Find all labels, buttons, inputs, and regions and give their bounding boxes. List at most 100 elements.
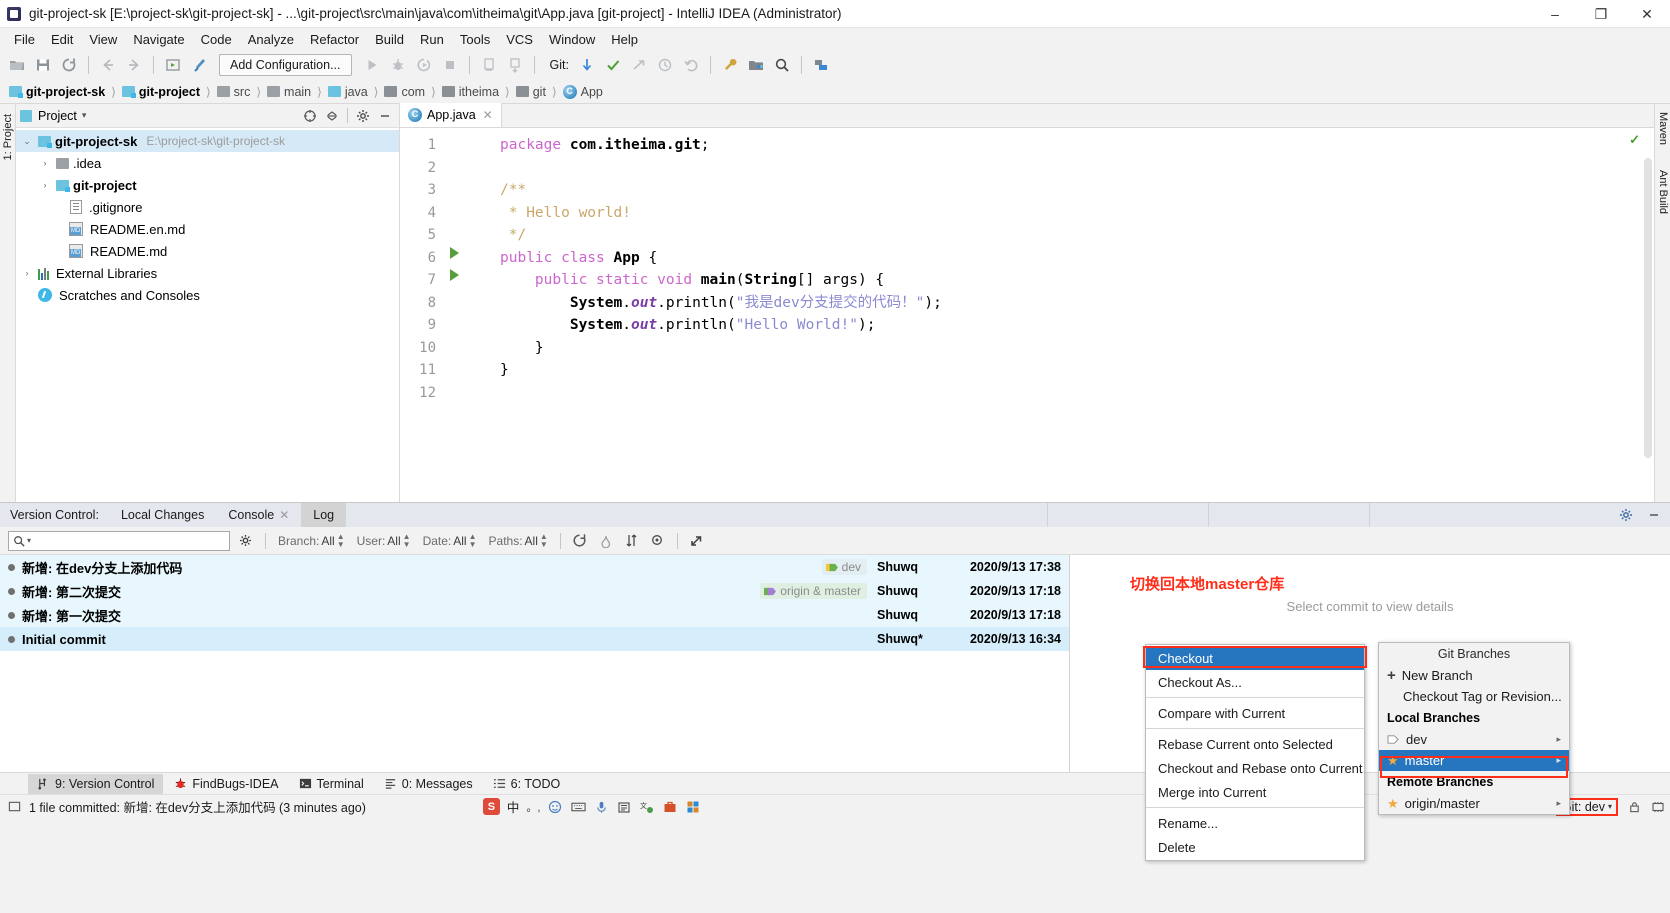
table-row[interactable]: 新增: 第一次提交 Shuwq 2020/9/13 17:18 bbox=[0, 603, 1069, 627]
context-menu-item-compare-with-current[interactable]: Compare with Current bbox=[1146, 701, 1364, 725]
table-row[interactable]: 新增: 在dev分支上添加代码 dev Shuwq 2020/9/13 17:3… bbox=[0, 555, 1069, 579]
settings-wrench-icon[interactable] bbox=[718, 53, 742, 77]
show-details-icon[interactable] bbox=[648, 531, 668, 551]
add-configuration-button[interactable]: Add Configuration... bbox=[219, 54, 352, 76]
tool-window-findbugs[interactable]: FindBugs-IDEA bbox=[165, 774, 287, 794]
branch-item-origin-master[interactable]: ★ origin/master ▸ bbox=[1379, 793, 1569, 814]
commit-tag-origin-master[interactable]: origin & master bbox=[760, 583, 867, 599]
open-folder-icon[interactable] bbox=[5, 53, 29, 77]
inspection-ok-icon[interactable]: ✓ bbox=[1629, 132, 1640, 148]
chevron-right-icon[interactable]: ▸ bbox=[1556, 798, 1561, 809]
run-method-icon[interactable] bbox=[450, 269, 459, 281]
tree-item-git-project-sk[interactable]: ⌄ git-project-sk E:\project-sk\git-proje… bbox=[16, 130, 399, 152]
commit-log-list[interactable]: 新增: 在dev分支上添加代码 dev Shuwq 2020/9/13 17:3… bbox=[0, 555, 1070, 772]
sync-icon[interactable] bbox=[57, 53, 81, 77]
rail-tab-project[interactable]: 1: Project bbox=[0, 110, 16, 164]
refresh-icon[interactable] bbox=[570, 531, 590, 551]
commit-tag-dev[interactable]: dev bbox=[822, 559, 867, 575]
close-icon[interactable]: ✕ bbox=[279, 508, 289, 522]
filter-branch[interactable]: Branch:All▲▼ bbox=[275, 533, 348, 549]
run-config-icon[interactable] bbox=[161, 53, 185, 77]
context-menu-item-checkout-as[interactable]: Checkout As... bbox=[1146, 670, 1364, 694]
close-button[interactable]: ✕ bbox=[1624, 0, 1670, 28]
tool-window-todo[interactable]: 6: TODO bbox=[484, 774, 570, 794]
context-menu-item-rebase-current-onto-selected[interactable]: Rebase Current onto Selected bbox=[1146, 732, 1364, 756]
search-text-field[interactable] bbox=[33, 533, 229, 549]
breadcrumb-item-main[interactable]: main bbox=[264, 85, 314, 99]
clipboard-icon[interactable] bbox=[616, 799, 632, 815]
open-in-new-window-icon[interactable] bbox=[687, 531, 707, 551]
stop-icon[interactable] bbox=[438, 53, 462, 77]
build-hammer-icon[interactable] bbox=[187, 53, 211, 77]
breadcrumb-item-itheima[interactable]: itheima bbox=[439, 85, 502, 99]
menu-view[interactable]: View bbox=[81, 30, 125, 49]
tab-local-changes[interactable]: Local Changes bbox=[109, 503, 216, 527]
back-arrow-icon[interactable] bbox=[96, 53, 120, 77]
event-log-icon[interactable] bbox=[6, 799, 22, 815]
chevron-right-icon[interactable]: ▸ bbox=[1556, 755, 1561, 766]
project-structure-icon[interactable] bbox=[744, 53, 768, 77]
filter-paths[interactable]: Paths:All▲▼ bbox=[486, 533, 551, 549]
menu-edit[interactable]: Edit bbox=[43, 30, 81, 49]
tree-item-git-project[interactable]: › git-project bbox=[16, 174, 399, 196]
rollback-icon[interactable] bbox=[679, 53, 703, 77]
editor-tab-app-java[interactable]: App.java ✕ bbox=[400, 103, 502, 127]
search-input[interactable]: ▾ bbox=[8, 531, 230, 551]
context-menu-item-delete[interactable]: Delete bbox=[1146, 835, 1364, 859]
sogou-ime-icon[interactable]: S bbox=[483, 798, 500, 815]
breadcrumb-item-git-project[interactable]: git-project bbox=[119, 85, 203, 99]
menu-build[interactable]: Build bbox=[367, 30, 412, 49]
chevron-right-icon[interactable]: › bbox=[20, 268, 34, 278]
breadcrumb-item-src[interactable]: src bbox=[214, 85, 254, 99]
ime-punctuation-indicator[interactable]: 。, bbox=[526, 799, 540, 815]
branch-item-master[interactable]: ★ master ▸ bbox=[1379, 750, 1569, 771]
menu-window[interactable]: Window bbox=[541, 30, 603, 49]
highlight-icon[interactable] bbox=[596, 531, 616, 551]
tool-window-messages[interactable]: 0: Messages bbox=[375, 774, 482, 794]
code-content[interactable]: package com.itheima.git; /** * Hello wor… bbox=[494, 128, 1654, 502]
breadcrumb-item-java[interactable]: java bbox=[325, 85, 371, 99]
breadcrumb-item-app[interactable]: App bbox=[560, 85, 606, 99]
menu-refactor[interactable]: Refactor bbox=[302, 30, 367, 49]
breadcrumb-item-git-project-sk[interactable]: git-project-sk bbox=[6, 85, 108, 99]
chevron-down-icon[interactable]: ⌄ bbox=[20, 136, 34, 147]
menu-run[interactable]: Run bbox=[412, 30, 452, 49]
run-icon[interactable] bbox=[360, 53, 384, 77]
context-menu-item-merge-into-current[interactable]: Merge into Current bbox=[1146, 780, 1364, 804]
chevron-right-icon[interactable]: ▸ bbox=[1556, 734, 1561, 745]
search-everywhere-icon[interactable] bbox=[770, 53, 794, 77]
update-project-icon[interactable] bbox=[575, 53, 599, 77]
menu-file[interactable]: File bbox=[6, 30, 43, 49]
tree-item-idea[interactable]: › .idea bbox=[16, 152, 399, 174]
tool-window-terminal[interactable]: Terminal bbox=[290, 774, 373, 794]
profile-icon[interactable] bbox=[477, 53, 501, 77]
menu-help[interactable]: Help bbox=[603, 30, 646, 49]
minimize-button[interactable]: – bbox=[1532, 0, 1578, 28]
debug-icon[interactable] bbox=[386, 53, 410, 77]
breadcrumb-item-git[interactable]: git bbox=[513, 85, 549, 99]
tab-console[interactable]: Console ✕ bbox=[216, 503, 301, 527]
rail-tab-maven[interactable]: Maven bbox=[1655, 108, 1670, 149]
hide-panel-icon[interactable] bbox=[375, 106, 395, 126]
translate-icon[interactable]: 文 bbox=[639, 799, 655, 815]
code-editor[interactable]: 1 2 3 4 5 6 7 8 9 10 11 12 packag bbox=[400, 128, 1654, 502]
tool-window-version-control[interactable]: 9: Version Control bbox=[28, 774, 163, 794]
ime-language-indicator[interactable]: 中 bbox=[507, 797, 520, 816]
commit-icon[interactable] bbox=[601, 53, 625, 77]
history-icon[interactable] bbox=[653, 53, 677, 77]
run-class-icon[interactable] bbox=[450, 247, 459, 259]
lock-icon[interactable] bbox=[1626, 799, 1642, 815]
menu-tools[interactable]: Tools bbox=[452, 30, 498, 49]
push-icon[interactable] bbox=[627, 53, 651, 77]
run-coverage-icon[interactable] bbox=[412, 53, 436, 77]
tree-item-readme-en[interactable]: MD README.en.md bbox=[16, 218, 399, 240]
git-branches-new-branch[interactable]: + New Branch bbox=[1379, 665, 1569, 686]
tree-item-external-libraries[interactable]: › External Libraries bbox=[16, 262, 399, 284]
maximize-button[interactable]: ❐ bbox=[1578, 0, 1624, 28]
git-branches-checkout-tag[interactable]: Checkout Tag or Revision... bbox=[1379, 686, 1569, 707]
tab-log[interactable]: Log bbox=[301, 503, 346, 527]
table-row[interactable]: 新增: 第二次提交 origin & master Shuwq 2020/9/1… bbox=[0, 579, 1069, 603]
gear-icon[interactable] bbox=[1616, 505, 1636, 525]
tree-item-readme[interactable]: MD README.md bbox=[16, 240, 399, 262]
smiley-icon[interactable] bbox=[547, 799, 563, 815]
